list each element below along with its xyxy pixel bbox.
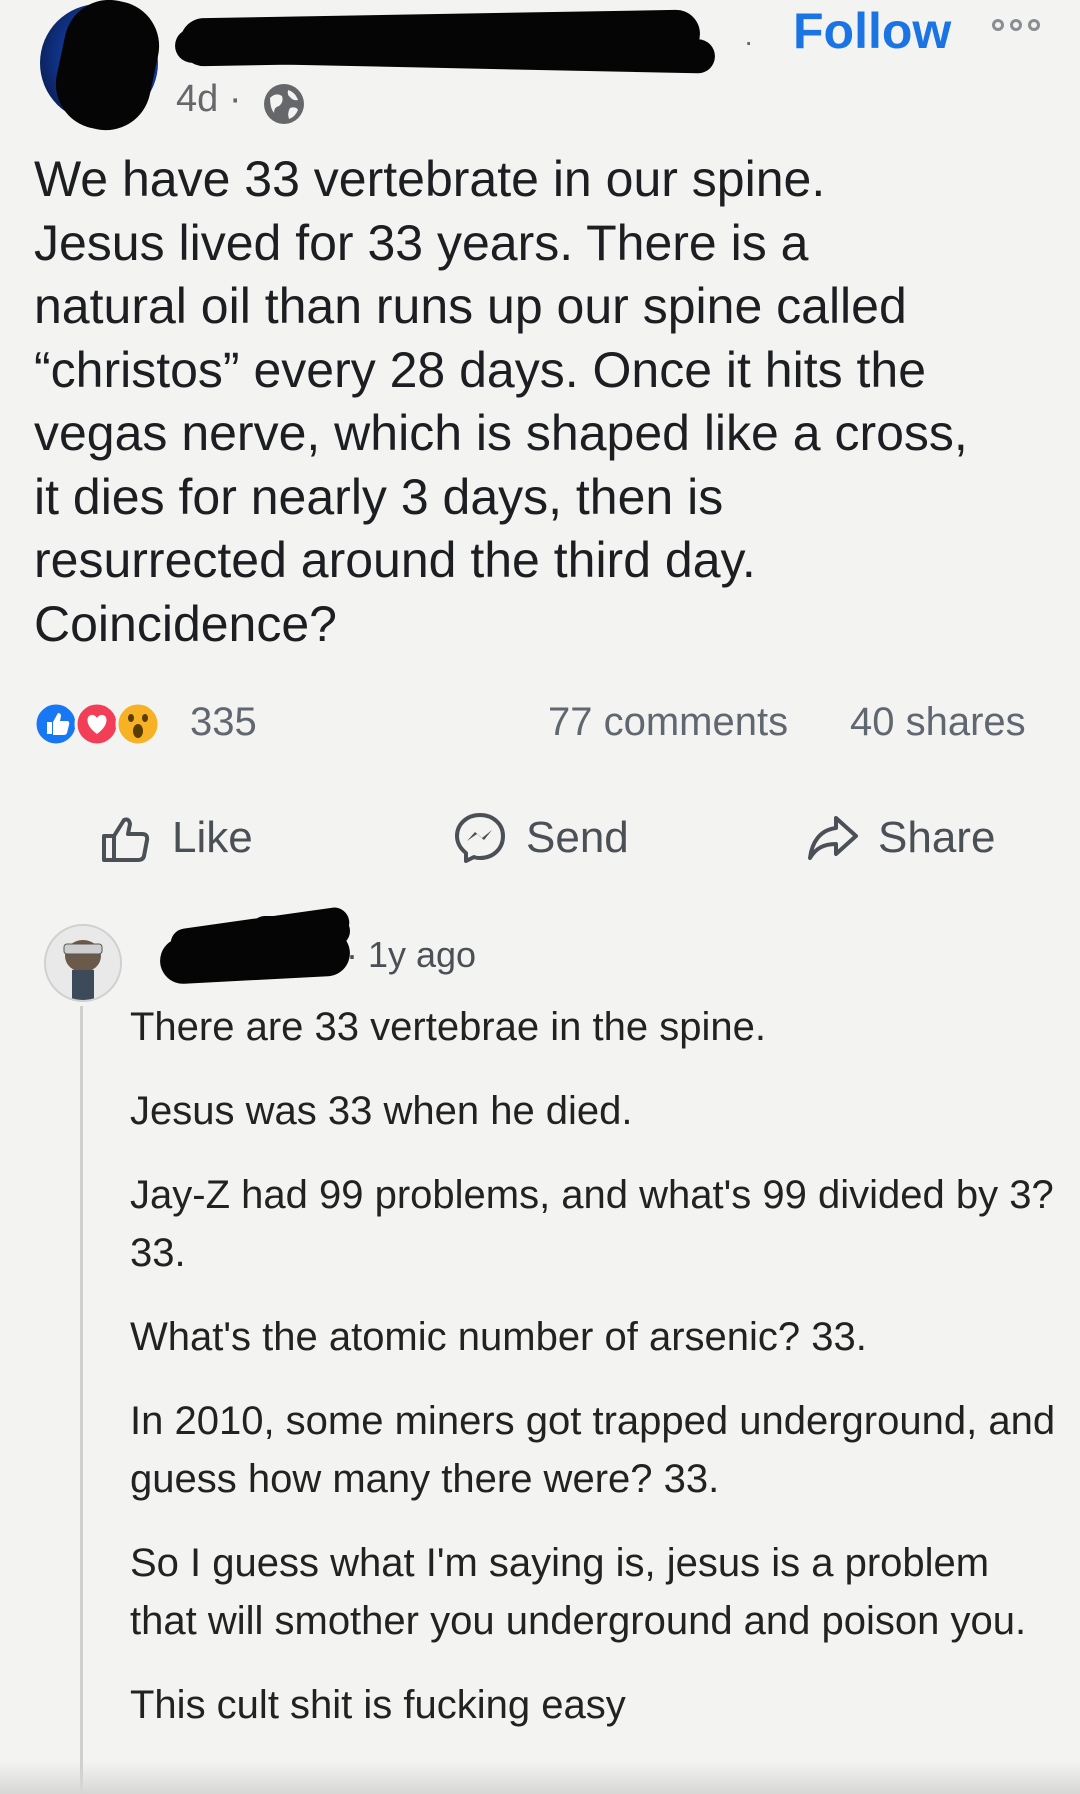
shares-count[interactable]: 40 shares (850, 700, 1026, 745)
comment-timestamp: · 1y ago (346, 934, 477, 975)
commenter-avatar-image (46, 926, 120, 1000)
like-reaction-icon (33, 701, 79, 747)
post-line: it dies for nearly 3 days, then is (34, 468, 724, 525)
more-options-icon[interactable] (992, 14, 1054, 36)
messenger-icon (455, 813, 505, 863)
post-text: We have 33 vertebrate in our spine. Jesu… (34, 148, 1054, 656)
send-label: Send (526, 813, 629, 862)
send-button[interactable]: Send (452, 810, 629, 866)
bottom-fade (0, 1762, 1080, 1794)
post-line: natural oil than runs up our spine calle… (34, 278, 907, 334)
comment-paragraph: Jesus was 33 when he died. (130, 1089, 633, 1133)
comment-paragraph: There are 33 vertebrae in the spine. (130, 1005, 766, 1049)
post-line: vegas nerve, which is shaped like a cros… (34, 405, 968, 461)
follow-button[interactable]: Follow (793, 2, 951, 60)
love-reaction-icon (74, 701, 120, 747)
thread-line (80, 1006, 83, 1794)
comment-paragraph: Jay-Z had 99 problems, and what's 99 div… (130, 1173, 1054, 1275)
share-button[interactable]: Share (804, 810, 995, 866)
commenter-avatar[interactable] (44, 924, 122, 1002)
post-line: We have 33 vertebrate in our spine. (34, 151, 826, 207)
separator-dot: · (744, 26, 754, 57)
comment-paragraph: This cult shit is fucking easy (130, 1683, 626, 1727)
reaction-count[interactable]: 335 (190, 700, 257, 745)
thumbs-up-icon (102, 817, 150, 862)
redaction-mark (250, 916, 350, 946)
post-line: resurrected around the third day. (34, 532, 756, 588)
comment-paragraph: So I guess what I'm saying is, jesus is … (130, 1541, 1027, 1643)
comment-body: There are 33 vertebrae in the spine. Jes… (130, 998, 1060, 1760)
post-line: Jesus lived for 33 years. There is a (34, 214, 809, 271)
wow-reaction-icon (115, 701, 161, 747)
post-line: Coincidence? (34, 595, 337, 652)
globe-icon (264, 84, 304, 124)
like-label: Like (172, 813, 253, 862)
comment-paragraph: In 2010, some miners got trapped undergr… (130, 1399, 1056, 1501)
like-button[interactable]: Like (98, 810, 253, 866)
share-label: Share (878, 813, 996, 862)
share-arrow-icon (808, 816, 858, 860)
comment-paragraph: What's the atomic number of arsenic? 33. (130, 1315, 867, 1359)
post-line: “christos” every 28 days. Once it hits t… (34, 341, 927, 398)
reaction-icons[interactable] (32, 700, 182, 748)
comments-count[interactable]: 77 comments (548, 700, 788, 745)
post-timestamp[interactable]: 4d · (176, 78, 241, 121)
